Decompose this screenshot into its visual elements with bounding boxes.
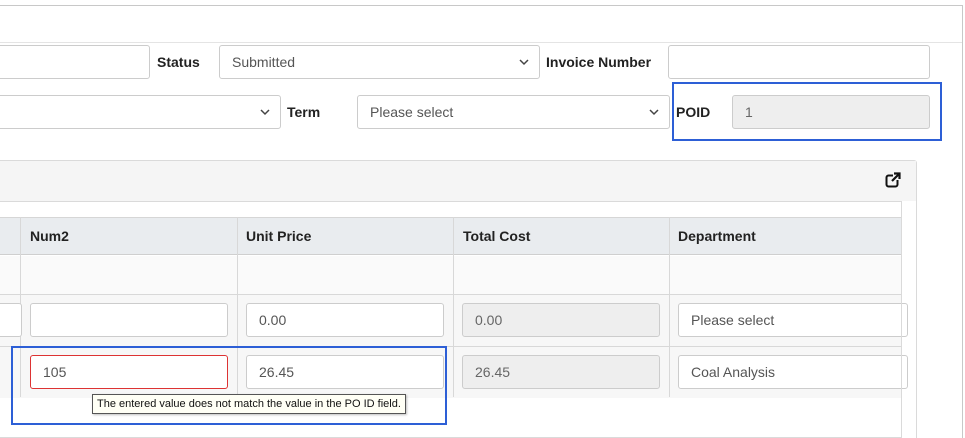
term-select-value: Please select	[370, 104, 454, 120]
poid-highlight-box	[672, 82, 942, 141]
chevron-down-icon	[519, 59, 529, 66]
status-label: Status	[157, 54, 200, 70]
invoice-number-label: Invoice Number	[546, 54, 652, 70]
row1-department-select[interactable]: Please select	[678, 303, 908, 337]
column-header-department[interactable]: Department	[678, 226, 756, 246]
column-divider	[453, 217, 454, 397]
num2-highlight-box	[11, 346, 447, 425]
grid-header-row	[0, 217, 901, 255]
term-select[interactable]: Please select	[357, 95, 670, 129]
row1-total-cost-input: 0.00	[462, 303, 660, 337]
column-header-unit-price[interactable]: Unit Price	[246, 226, 311, 246]
row1-num2-input[interactable]	[30, 303, 228, 337]
grid-filter-row	[0, 256, 901, 294]
window-right-border	[962, 5, 963, 438]
left-select[interactable]	[0, 95, 281, 129]
column-divider	[669, 217, 670, 397]
chevron-down-icon	[649, 109, 659, 116]
top-toolbar	[0, 6, 962, 43]
row1-left-cell-input[interactable]	[0, 303, 22, 337]
column-header-num2[interactable]: Num2	[30, 226, 69, 246]
status-select[interactable]: Submitted	[219, 45, 540, 79]
status-select-value: Submitted	[232, 54, 296, 70]
column-header-total-cost[interactable]: Total Cost	[463, 226, 530, 246]
row2-total-cost-input: 26.45	[462, 355, 660, 389]
invoice-number-input[interactable]	[668, 45, 930, 79]
row2-department-select[interactable]: Coal Analysis	[678, 355, 908, 389]
external-link-icon[interactable]	[885, 172, 901, 188]
left-text-field[interactable]	[0, 45, 150, 79]
grid-right-edge	[901, 201, 916, 438]
panel-header	[0, 161, 916, 202]
term-label: Term	[287, 104, 321, 120]
chevron-down-icon	[260, 109, 270, 116]
row1-unit-price-input[interactable]: 0.00	[246, 303, 444, 337]
